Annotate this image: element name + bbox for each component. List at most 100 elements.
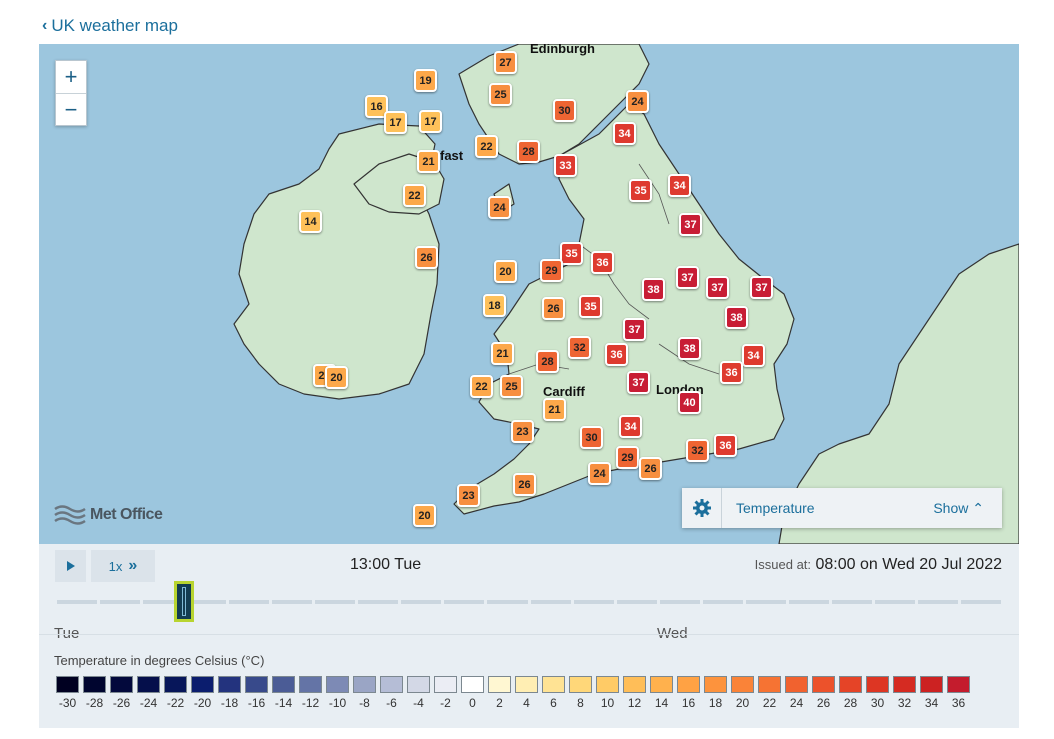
temperature-marker[interactable]: 25 (500, 375, 523, 398)
temperature-marker[interactable]: 21 (491, 342, 514, 365)
temperature-marker[interactable]: 34 (613, 122, 636, 145)
temperature-marker[interactable]: 20 (413, 504, 436, 527)
timeline-segment[interactable] (100, 600, 141, 604)
legend-item: -14 (270, 676, 297, 710)
legend-value: 2 (496, 696, 503, 710)
temperature-marker[interactable]: 37 (627, 371, 650, 394)
timeline-segment[interactable] (573, 600, 614, 604)
temperature-marker[interactable]: 32 (686, 439, 709, 462)
layer-show-label: Show (933, 499, 969, 516)
temperature-marker[interactable]: 30 (553, 99, 576, 122)
legend-value: 30 (870, 696, 885, 710)
map-land-layer (233, 44, 1019, 544)
temperature-marker[interactable]: 37 (623, 318, 646, 341)
temperature-marker[interactable]: 26 (415, 246, 438, 269)
temperature-marker[interactable]: 27 (494, 51, 517, 74)
timeline-segment[interactable] (659, 600, 700, 604)
temperature-marker[interactable]: 33 (554, 154, 577, 177)
weather-map[interactable]: + − Edinburgh fast Cardiff London 27 19 25… (39, 44, 1019, 544)
temperature-marker[interactable]: 40 (678, 391, 701, 414)
temperature-marker[interactable]: 34 (742, 344, 765, 367)
temperature-marker[interactable]: 21 (417, 150, 440, 173)
temperature-marker[interactable]: 22 (475, 135, 498, 158)
temperature-marker[interactable]: 37 (706, 276, 729, 299)
temperature-marker[interactable]: 37 (676, 266, 699, 289)
timeline-segment[interactable] (788, 600, 829, 604)
temperature-marker[interactable]: 22 (470, 375, 493, 398)
timeline-segment[interactable] (874, 600, 915, 604)
layer-name[interactable]: Temperature (722, 500, 933, 516)
layer-show-toggle[interactable]: Show ⌃ (933, 500, 1002, 517)
temperature-marker[interactable]: 20 (494, 260, 517, 283)
temperature-marker[interactable]: 35 (560, 242, 583, 265)
timeline-segment[interactable] (530, 600, 571, 604)
timeline-segment[interactable] (315, 600, 356, 604)
temperature-marker[interactable]: 23 (511, 420, 534, 443)
timeline-segment[interactable] (272, 600, 313, 604)
timeline-segment[interactable] (57, 600, 98, 604)
legend-value: 36 (951, 696, 966, 710)
temperature-marker[interactable]: 36 (714, 434, 737, 457)
back-link-uk-weather-map[interactable]: ‹ UK weather map (42, 16, 178, 36)
temperature-marker[interactable]: 17 (384, 111, 407, 134)
legend-item: -28 (81, 676, 108, 710)
temperature-marker[interactable]: 24 (588, 462, 611, 485)
temperature-marker[interactable]: 14 (299, 210, 322, 233)
timeline-track[interactable] (57, 600, 1002, 604)
temperature-marker[interactable]: 34 (668, 174, 691, 197)
timeline-segment[interactable] (702, 600, 743, 604)
temperature-marker[interactable]: 36 (605, 343, 628, 366)
timeline-segment[interactable] (960, 600, 1002, 604)
timeline-segment[interactable] (358, 600, 399, 604)
legend-item: -26 (108, 676, 135, 710)
temperature-marker[interactable]: 21 (543, 398, 566, 421)
temperature-marker[interactable]: 38 (725, 306, 748, 329)
temperature-marker[interactable]: 26 (639, 457, 662, 480)
temperature-marker[interactable]: 38 (642, 278, 665, 301)
temperature-marker[interactable]: 32 (568, 336, 591, 359)
timeline-segment[interactable] (229, 600, 270, 604)
temperature-marker[interactable]: 23 (457, 484, 480, 507)
temperature-marker[interactable]: 28 (517, 140, 540, 163)
temperature-marker[interactable]: 36 (591, 251, 614, 274)
temperature-marker[interactable]: 34 (619, 415, 642, 438)
temperature-marker[interactable]: 30 (580, 426, 603, 449)
timeline-segment[interactable] (616, 600, 657, 604)
playback-controls: 1x » 13:00 Tue Issued at: 08:00 on Wed 2… (39, 544, 1019, 728)
temperature-marker[interactable]: 37 (679, 213, 702, 236)
play-button[interactable] (55, 550, 86, 582)
temperature-marker[interactable]: 24 (488, 196, 511, 219)
temperature-marker[interactable]: 22 (403, 184, 426, 207)
legend-swatch (272, 676, 295, 693)
layer-settings-button[interactable] (682, 488, 722, 528)
temperature-marker[interactable]: 26 (513, 473, 536, 496)
timeline-segment[interactable] (401, 600, 442, 604)
legend-value: 10 (600, 696, 615, 710)
temperature-marker[interactable]: 28 (536, 350, 559, 373)
temperature-marker[interactable]: 24 (626, 90, 649, 113)
timeline-segment[interactable] (487, 600, 528, 604)
temperature-marker[interactable]: 38 (678, 337, 701, 360)
timeline-segment[interactable] (831, 600, 872, 604)
temperature-marker[interactable]: 37 (750, 276, 773, 299)
timeline-handle[interactable] (174, 581, 194, 622)
timeline-segment[interactable] (917, 600, 958, 604)
timeline-segment[interactable] (444, 600, 485, 604)
temperature-marker[interactable]: 36 (720, 361, 743, 384)
legend-value: 22 (762, 696, 777, 710)
temperature-marker[interactable]: 19 (414, 69, 437, 92)
zoom-in-button[interactable]: + (56, 61, 86, 93)
temperature-marker[interactable]: 17 (419, 110, 442, 133)
speed-button[interactable]: 1x » (91, 550, 155, 582)
temperature-marker[interactable]: 29 (540, 259, 563, 282)
temperature-marker[interactable]: 29 (616, 446, 639, 469)
temperature-marker[interactable]: 20 (325, 366, 348, 389)
zoom-out-button[interactable]: − (56, 93, 86, 125)
timeline-segment[interactable] (745, 600, 786, 604)
temperature-marker[interactable]: 26 (542, 297, 565, 320)
temperature-marker[interactable]: 25 (489, 83, 512, 106)
temperature-marker[interactable]: 35 (579, 295, 602, 318)
temperature-marker[interactable]: 18 (483, 294, 506, 317)
temperature-marker[interactable]: 35 (629, 179, 652, 202)
double-chevron-right-icon: » (128, 557, 138, 574)
